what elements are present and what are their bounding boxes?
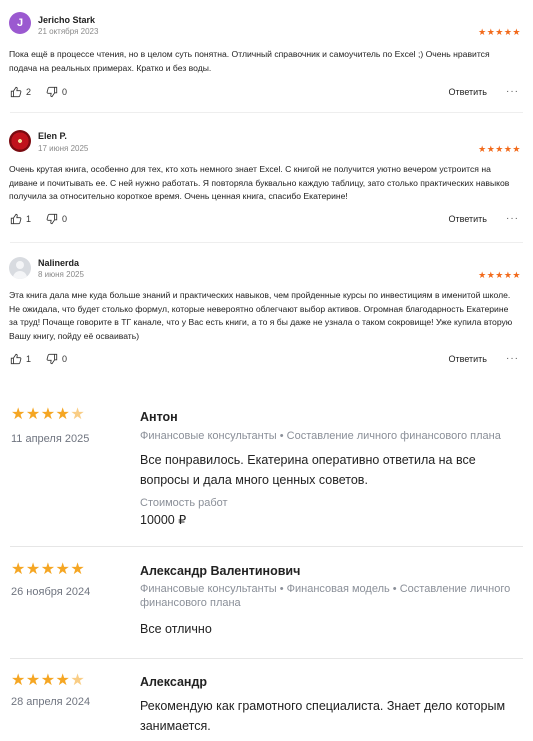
- review-date: 8 июня 2025: [38, 270, 84, 279]
- thumbs-up-icon: [10, 86, 22, 98]
- divider: [10, 112, 523, 113]
- reply-button[interactable]: Ответить: [449, 214, 487, 224]
- review-text: Все отлично: [140, 622, 212, 636]
- dislike-count: 0: [62, 214, 68, 224]
- more-icon[interactable]: ···: [506, 213, 519, 224]
- avatar[interactable]: [9, 130, 31, 152]
- review-text: Рекомендую как грамотного специалиста. З…: [140, 699, 506, 733]
- thumbs-down-icon: [46, 86, 58, 98]
- like-count: 1: [26, 354, 32, 364]
- review-text: Все понравилось. Екатерина оперативно от…: [140, 453, 476, 487]
- thumbs-down-icon: [46, 213, 58, 225]
- like-button[interactable]: 2: [10, 86, 31, 98]
- specialist-review: ★★★★★ 26 ноября 2024 Александр Валентино…: [0, 556, 533, 656]
- review-date: 11 апреля 2025: [11, 433, 90, 445]
- divider: [10, 546, 523, 547]
- half-star-icon: ★: [70, 406, 86, 423]
- more-icon[interactable]: ···: [506, 86, 519, 97]
- rating-stars: ★★★★★: [478, 270, 521, 280]
- like-count: 1: [26, 214, 32, 224]
- thumbs-up-icon: [10, 213, 22, 225]
- cost-value: 10000 ₽: [140, 513, 187, 527]
- rating-stars: ★★★★★: [478, 27, 521, 37]
- review-text: Очень крутая книга, особенно для тех, кт…: [9, 164, 510, 201]
- reply-button[interactable]: Ответить: [449, 87, 487, 97]
- rating-stars: ★★★★★: [11, 404, 85, 424]
- review-author[interactable]: Nalinerda: [38, 258, 79, 268]
- reply-button[interactable]: Ответить: [449, 354, 487, 364]
- reviewer-name: Александр Валентинович: [140, 564, 301, 578]
- dislike-button[interactable]: 0: [46, 86, 67, 98]
- avatar[interactable]: [9, 257, 31, 279]
- like-button[interactable]: 1: [10, 353, 31, 365]
- service-categories: Финансовые консультанты • Финансовая мод…: [140, 583, 511, 609]
- review-author[interactable]: Elen P.: [38, 131, 67, 141]
- review-date: 17 июня 2025: [38, 144, 89, 153]
- specialist-review: ★★★★★ 28 апреля 2024 Александр Рекоменду…: [0, 666, 533, 741]
- like-count: 2: [26, 87, 32, 97]
- dislike-button[interactable]: 0: [46, 353, 67, 365]
- rating-stars: ★★★★★: [11, 670, 85, 690]
- thumbs-up-icon: [10, 353, 22, 365]
- avatar[interactable]: J: [9, 12, 31, 34]
- review-author[interactable]: Jericho Stark: [38, 15, 95, 25]
- more-icon[interactable]: ···: [506, 353, 519, 364]
- rating-stars: ★★★★★: [11, 561, 86, 578]
- full-stars: ★★★★: [11, 672, 71, 689]
- review-date: 21 октября 2023: [38, 27, 99, 36]
- divider: [10, 658, 523, 659]
- specialist-review: ★★★★★ 11 апреля 2025 Антон Финансовые ко…: [0, 400, 533, 540]
- reviewer-name: Антон: [140, 410, 178, 424]
- cost-label: Стоимость работ: [140, 497, 228, 509]
- review-card: Elen P. 17 июня 2025 ★★★★★ Очень крутая …: [0, 120, 533, 240]
- review-date: 26 ноября 2024: [11, 586, 91, 598]
- service-categories: Финансовые консультанты • Составление ли…: [140, 430, 501, 442]
- review-card: J Jericho Stark 21 октября 2023 ★★★★★ По…: [0, 0, 533, 113]
- reviewer-name: Александр: [140, 675, 208, 689]
- review-date: 28 апреля 2024: [11, 696, 91, 708]
- review-card: Nalinerda 8 июня 2025 ★★★★★ Эта книга да…: [0, 250, 533, 380]
- divider: [10, 242, 523, 243]
- dislike-count: 0: [62, 87, 68, 97]
- thumbs-down-icon: [46, 353, 58, 365]
- half-star-icon: ★: [70, 672, 86, 689]
- rating-stars: ★★★★★: [478, 144, 521, 154]
- review-text: Эта книга дала мне куда больше знаний и …: [9, 290, 513, 341]
- full-stars: ★★★★: [11, 406, 71, 423]
- dislike-count: 0: [62, 354, 68, 364]
- review-text: Пока ещё в процессе чтения, но в целом с…: [9, 49, 490, 73]
- like-button[interactable]: 1: [10, 213, 31, 225]
- dislike-button[interactable]: 0: [46, 213, 67, 225]
